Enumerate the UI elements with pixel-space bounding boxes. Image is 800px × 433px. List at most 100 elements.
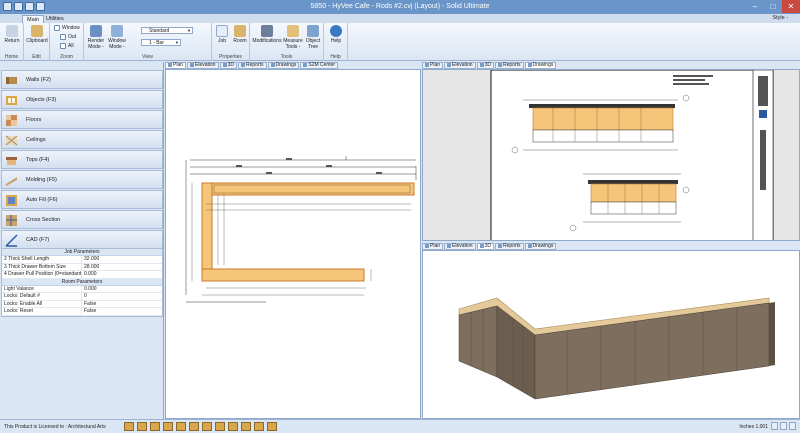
tab-drawings[interactable]: Drawings: [524, 61, 557, 69]
group-view: Render Mode - Window Mode - Standard ▼ 1 …: [84, 23, 212, 61]
tab-plan[interactable]: Plan: [422, 242, 444, 250]
cabinet-icon[interactable]: [137, 422, 147, 431]
reports-icon: [498, 63, 502, 67]
left-view-tabs: Plan Elevation 3D Reports Drawings S2M C…: [165, 61, 421, 69]
cabinet-icon[interactable]: [267, 422, 277, 431]
cabinet-icon[interactable]: [163, 422, 173, 431]
tab-main[interactable]: Main: [22, 15, 44, 23]
plan-drawing: [185, 156, 417, 303]
auto-fill-button[interactable]: Auto Fill (F6): [1, 190, 163, 209]
tab-drawings[interactable]: Drawings: [524, 242, 557, 250]
tab-reports[interactable]: Reports: [495, 242, 524, 250]
molding-button[interactable]: Molding (F5): [1, 170, 163, 189]
tab-plan[interactable]: Plan: [422, 61, 444, 69]
table-row[interactable]: Locks: Reset False: [2, 308, 162, 316]
tab-3d[interactable]: 3D: [219, 61, 237, 69]
window-mode-button[interactable]: Window Mode -: [107, 25, 127, 50]
job-button[interactable]: Job: [214, 25, 230, 44]
objects-button[interactable]: Objects (F3): [1, 90, 163, 109]
floors-icon: [6, 115, 17, 126]
floors-button[interactable]: Floors: [1, 110, 163, 129]
cabinet-icon[interactable]: [254, 422, 264, 431]
zoom-window-icon: [54, 25, 60, 31]
ceilings-button[interactable]: Ceilings: [1, 130, 163, 149]
tab-elevation[interactable]: Elevation: [444, 61, 476, 69]
grid-icon[interactable]: [780, 422, 787, 430]
view-select[interactable]: Standard ▼: [141, 27, 193, 34]
minimize-button[interactable]: –: [746, 0, 764, 13]
tab-s2m-center[interactable]: S2M Center: [300, 61, 339, 69]
table-row[interactable]: 3 Thick Drawer Bottom Size 28.000: [2, 263, 162, 271]
ribbon: Return Home Clipboard Edit Window Out Al…: [0, 23, 800, 61]
layer-select[interactable]: 1 - Bar ▼: [141, 39, 181, 46]
molding-icon: [6, 177, 17, 186]
help-button[interactable]: Help: [327, 25, 345, 44]
tab-utilities[interactable]: Utilities: [42, 15, 68, 23]
title-bar: 5850 - HyVee Cafe - Rods #2.cvj (Layout)…: [0, 0, 800, 14]
group-tools: Modifications Measure Tools - Object Tre…: [250, 23, 324, 61]
zoom-out-icon: [60, 34, 66, 40]
cabinet-icon[interactable]: [124, 422, 134, 431]
walls-button[interactable]: Walls (F2): [1, 70, 163, 89]
tree-icon: [307, 25, 319, 37]
cabinet-icon[interactable]: [241, 422, 251, 431]
zoom-out-button[interactable]: Out: [60, 34, 76, 40]
table-row[interactable]: 2 Thick Shell Length 32.000: [2, 256, 162, 264]
cabinet-icon[interactable]: [202, 422, 212, 431]
render-mode-button[interactable]: Render Mode -: [86, 25, 106, 50]
tab-3d[interactable]: 3D: [476, 242, 494, 250]
chevron-down-icon: ▼: [175, 40, 179, 45]
close-button[interactable]: ✕: [782, 0, 800, 13]
cross-section-button[interactable]: Cross Section: [1, 210, 163, 229]
ceilings-icon: [5, 135, 18, 146]
table-row[interactable]: Light Valance 0.000: [2, 285, 162, 293]
cabinet-icon[interactable]: [215, 422, 225, 431]
tab-plan[interactable]: Plan: [165, 61, 187, 69]
room-button[interactable]: Room: [232, 25, 248, 44]
settings-icon[interactable]: [789, 422, 796, 430]
modifications-button[interactable]: Modifications: [252, 25, 282, 44]
table-row[interactable]: Locks: Enable All False: [2, 300, 162, 308]
tools-panel: Walls (F2) Objects (F3) Floors Ceilings …: [0, 62, 164, 419]
table-row[interactable]: Locks: Default #0: [2, 293, 162, 301]
room-icon: [234, 25, 246, 37]
cabinet-icon[interactable]: [189, 422, 199, 431]
tab-3d[interactable]: 3D: [476, 61, 494, 69]
3d-icon: [479, 244, 484, 248]
object-tree-button[interactable]: Object Tree: [304, 25, 322, 50]
3d-view-pane[interactable]: [422, 250, 800, 419]
tab-elevation[interactable]: Elevation: [187, 61, 219, 69]
drawings-view-pane[interactable]: [422, 69, 800, 241]
3d-icon: [222, 63, 227, 67]
maximize-button[interactable]: □: [764, 0, 782, 13]
cabinet-icon[interactable]: [176, 422, 186, 431]
cad-button[interactable]: CAD (F7): [1, 230, 163, 249]
reports-icon: [498, 244, 502, 248]
style-menu[interactable]: Style -: [772, 15, 788, 21]
job-icon: [216, 25, 228, 37]
group-help: Help Help: [324, 23, 348, 61]
help-icon: [330, 25, 342, 37]
tab-reports[interactable]: Reports: [238, 61, 267, 69]
clipboard-button[interactable]: Clipboard: [25, 25, 49, 44]
return-button[interactable]: Return: [2, 25, 22, 44]
cad-icon: [5, 234, 18, 247]
plan-view-pane[interactable]: [165, 69, 421, 419]
drawings-icon: [527, 63, 532, 67]
s2m-icon: [303, 63, 308, 67]
tab-reports[interactable]: Reports: [495, 61, 524, 69]
objects-icon: [6, 96, 17, 105]
windows-icon: [111, 25, 123, 37]
tab-elevation[interactable]: Elevation: [444, 242, 476, 250]
snap-icon[interactable]: [771, 422, 778, 430]
measure-tools-button[interactable]: Measure Tools -: [283, 25, 303, 50]
table-row[interactable]: 4 Drawer Pull Position (0=standard) 0.000: [2, 271, 162, 279]
zoom-all-button[interactable]: All: [60, 43, 74, 49]
tab-drawings[interactable]: Drawings: [267, 61, 300, 69]
chevron-down-icon: ▼: [187, 28, 191, 33]
window-title: 5850 - HyVee Cafe - Rods #2.cvj (Layout)…: [310, 3, 490, 10]
cabinet-icon[interactable]: [150, 422, 160, 431]
cabinet-icon[interactable]: [228, 422, 238, 431]
zoom-window-button[interactable]: Window: [54, 25, 80, 31]
tops-button[interactable]: Tops (F4): [1, 150, 163, 169]
